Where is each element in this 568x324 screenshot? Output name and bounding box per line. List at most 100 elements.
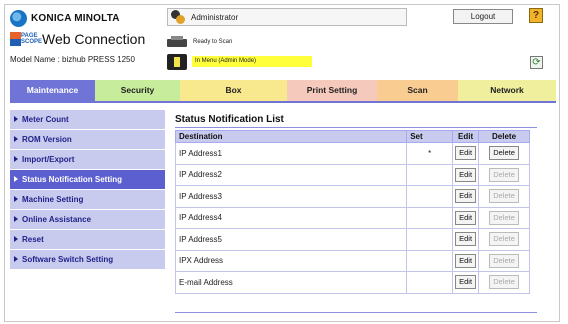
pagescope-label: PAGE SCOPE — [21, 32, 43, 45]
admin-mode-icon — [167, 54, 187, 70]
tab-maintenance[interactable]: Maintenance — [10, 80, 95, 101]
delete-button[interactable]: Delete — [489, 146, 519, 161]
set-cell — [406, 271, 454, 294]
table-row: IP Address5 Edit Delete — [174, 228, 530, 251]
destination-cell: IP Address2 — [174, 163, 408, 186]
delete-button: Delete — [489, 232, 519, 247]
printer-icon — [167, 36, 187, 48]
status-notification-table: Destination Set Edit Delete IP Address1 *… — [174, 130, 530, 294]
delete-cell: Delete — [478, 206, 530, 229]
arrow-right-icon — [14, 116, 18, 122]
sidebar: Meter Count ROM Version Import/Export St… — [10, 110, 165, 270]
delete-cell: Delete — [478, 271, 530, 294]
sidebar-item-rom-version[interactable]: ROM Version — [10, 130, 165, 150]
sidebar-item-meter-count[interactable]: Meter Count — [10, 110, 165, 130]
edit-button[interactable]: Edit — [455, 275, 477, 290]
tab-network[interactable]: Network — [458, 80, 556, 101]
table-row: IPX Address Edit Delete — [174, 249, 530, 272]
delete-cell: Delete — [478, 185, 530, 208]
edit-button[interactable]: Edit — [455, 253, 477, 268]
table-row: IP Address4 Edit Delete — [174, 206, 530, 229]
tab-print-setting[interactable]: Print Setting — [287, 80, 377, 101]
brand-name: KONICA MINOLTA — [31, 13, 120, 24]
delete-cell: Delete — [478, 163, 530, 186]
destination-cell: IPX Address — [174, 249, 408, 272]
edit-button[interactable]: Edit — [455, 167, 477, 182]
sidebar-item-online-assistance[interactable]: Online Assistance — [10, 210, 165, 230]
help-button[interactable]: ? — [529, 8, 543, 23]
edit-cell: Edit — [452, 163, 480, 186]
table-header-row: Destination Set Edit Delete — [174, 130, 530, 143]
destination-cell: IP Address4 — [174, 206, 408, 229]
table-row: IP Address1 * Edit Delete — [174, 142, 530, 165]
konica-minolta-globe-icon — [10, 10, 27, 27]
administrator-icon — [170, 10, 186, 24]
mode-status: In Menu (Admin Mode) — [192, 56, 312, 67]
arrow-right-icon — [14, 236, 18, 242]
arrow-right-icon — [14, 196, 18, 202]
column-edit: Edit — [452, 130, 480, 143]
model-name: Model Name : bizhub PRESS 1250 — [10, 55, 135, 64]
bottom-divider — [175, 312, 537, 313]
delete-cell: Delete — [478, 228, 530, 251]
edit-cell: Edit — [452, 249, 480, 272]
edit-cell: Edit — [452, 185, 480, 208]
device-status: Ready to Scan — [167, 36, 232, 48]
edit-button[interactable]: Edit — [455, 189, 477, 204]
app-title: Web Connection — [42, 31, 146, 47]
set-cell: * — [406, 142, 454, 165]
destination-cell: E-mail Address — [174, 271, 408, 294]
column-destination: Destination — [174, 130, 408, 143]
arrow-right-icon — [14, 216, 18, 222]
delete-button: Delete — [489, 210, 519, 225]
delete-cell: Delete — [478, 249, 530, 272]
arrow-right-icon — [14, 136, 18, 142]
delete-cell: Delete — [478, 142, 530, 165]
web-connection-title: PAGE SCOPE Web Connection — [10, 31, 145, 47]
delete-button: Delete — [489, 189, 519, 204]
main-tabs: Maintenance Security Box Print Setting S… — [10, 80, 556, 101]
set-cell — [406, 206, 454, 229]
status-ready-text: Ready to Scan — [193, 39, 233, 45]
edit-cell: Edit — [452, 206, 480, 229]
column-delete: Delete — [478, 130, 530, 143]
set-cell — [406, 185, 454, 208]
tab-scan[interactable]: Scan — [377, 80, 458, 101]
set-cell — [406, 249, 454, 272]
set-cell — [406, 163, 454, 186]
user-indicator: Administrator — [167, 8, 407, 26]
sidebar-item-import-export[interactable]: Import/Export — [10, 150, 165, 170]
sidebar-item-reset[interactable]: Reset — [10, 230, 165, 250]
sidebar-item-status-notification-setting[interactable]: Status Notification Setting — [10, 170, 165, 190]
edit-cell: Edit — [452, 271, 480, 294]
page-title: Status Notification List — [175, 114, 284, 125]
edit-button[interactable]: Edit — [455, 232, 477, 247]
arrow-right-icon — [14, 176, 18, 182]
title-divider — [175, 127, 537, 128]
sidebar-item-machine-setting[interactable]: Machine Setting — [10, 190, 165, 210]
sidebar-item-software-switch-setting[interactable]: Software Switch Setting — [10, 250, 165, 270]
arrow-right-icon — [14, 156, 18, 162]
edit-cell: Edit — [452, 228, 480, 251]
destination-cell: IP Address3 — [174, 185, 408, 208]
delete-button: Delete — [489, 167, 519, 182]
logout-button[interactable]: Logout — [453, 9, 513, 24]
edit-button[interactable]: Edit — [455, 146, 477, 161]
table-row: E-mail Address Edit Delete — [174, 271, 530, 294]
table-row: IP Address3 Edit Delete — [174, 185, 530, 208]
edit-cell: Edit — [452, 142, 480, 165]
tab-underline — [10, 101, 556, 103]
edit-button[interactable]: Edit — [455, 210, 477, 225]
table-row: IP Address2 Edit Delete — [174, 163, 530, 186]
column-set: Set — [406, 130, 454, 143]
destination-cell: IP Address5 — [174, 228, 408, 251]
refresh-icon[interactable]: ⟳ — [530, 56, 543, 69]
tab-box[interactable]: Box — [180, 80, 287, 101]
arrow-right-icon — [14, 256, 18, 262]
pagescope-logo-icon: PAGE SCOPE — [10, 31, 42, 47]
delete-button: Delete — [489, 253, 519, 268]
destination-cell: IP Address1 — [174, 142, 408, 165]
delete-button: Delete — [489, 275, 519, 290]
tab-security[interactable]: Security — [95, 80, 180, 101]
set-cell — [406, 228, 454, 251]
